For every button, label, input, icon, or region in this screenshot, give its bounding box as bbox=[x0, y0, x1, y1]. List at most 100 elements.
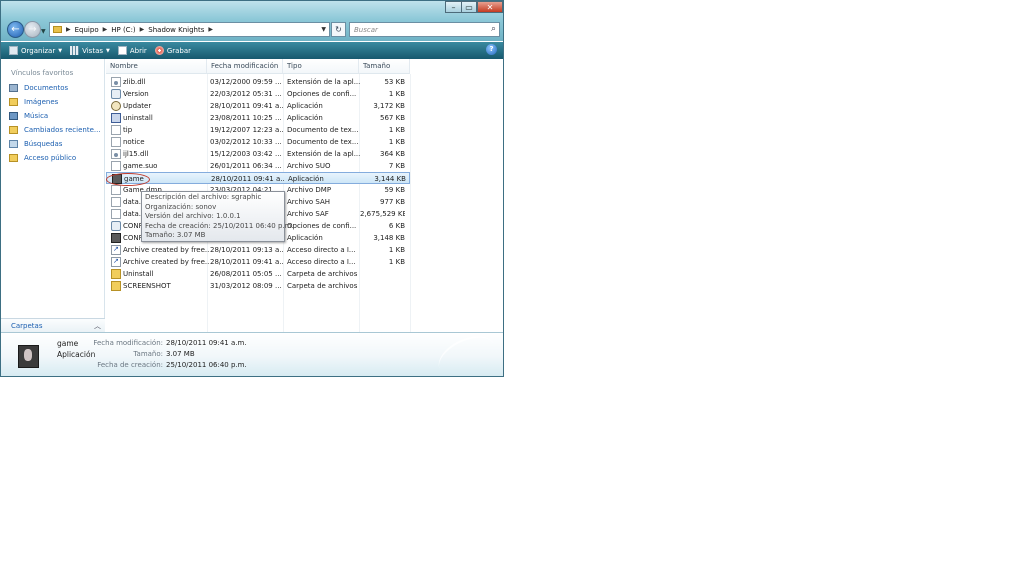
maximize-button[interactable]: ▭ bbox=[461, 1, 477, 13]
config-icon bbox=[111, 89, 121, 99]
search-input[interactable]: Buscar ⌕ bbox=[349, 22, 500, 37]
file-date: 28/10/2011 09:41 a... bbox=[210, 102, 284, 110]
file-type: Aplicación bbox=[288, 175, 324, 183]
file-size: 7 KB bbox=[388, 162, 405, 170]
dll-icon bbox=[111, 149, 121, 159]
favorite-pictures[interactable]: Imágenes bbox=[9, 98, 58, 106]
file-size: 2,675,529 KB bbox=[360, 210, 405, 218]
recent-pages-dropdown-icon[interactable]: ▼ bbox=[41, 28, 46, 35]
file-name: zlib.dll bbox=[123, 78, 146, 86]
open-button[interactable]: Abrir bbox=[117, 46, 147, 55]
search-folder-icon bbox=[9, 140, 18, 148]
breadcrumb-equipo[interactable]: Equipo bbox=[75, 26, 99, 34]
favorite-recent[interactable]: Cambiados reciente... bbox=[9, 126, 101, 134]
documents-icon bbox=[9, 84, 18, 92]
file-size: 53 KB bbox=[384, 78, 405, 86]
file-row[interactable]: Version 22/03/2012 05:31 ... Opciones de c… bbox=[106, 88, 410, 100]
file-name: Version bbox=[123, 90, 149, 98]
search-placeholder: Buscar bbox=[354, 26, 378, 34]
breadcrumb-drive[interactable]: HP (C:) bbox=[111, 26, 135, 34]
file-tooltip: Descripción del archivo: sgraphic Organi… bbox=[141, 191, 294, 242]
minimize-button[interactable]: – bbox=[445, 1, 461, 13]
column-header-name[interactable]: Nombre bbox=[106, 59, 207, 74]
file-size: 1 KB bbox=[388, 258, 405, 266]
file-size: 3,148 KB bbox=[373, 234, 405, 242]
file-row[interactable]: Uninstall 26/08/2011 05:05 ... Carpeta de … bbox=[106, 268, 410, 280]
details-modified-value: 28/10/2011 09:41 a.m. bbox=[166, 339, 247, 347]
text-file-icon bbox=[111, 137, 121, 147]
file-row[interactable]: Updater 28/10/2011 09:41 a... Aplicación 3,… bbox=[106, 100, 410, 112]
views-button[interactable]: Vistas ▼ bbox=[70, 46, 110, 55]
file-name: Archive created by free... bbox=[123, 258, 209, 266]
file-date: 26/01/2011 06:34 ... bbox=[210, 162, 282, 170]
public-folder-icon bbox=[9, 154, 18, 162]
chevron-up-icon[interactable]: ︿ bbox=[94, 321, 101, 331]
file-size: 1 KB bbox=[388, 246, 405, 254]
file-row[interactable]: game 28/10/2011 09:41 a... Aplicación 3,144… bbox=[106, 172, 410, 184]
shortcut-icon bbox=[111, 245, 121, 255]
file-type: Archivo SAH bbox=[287, 198, 331, 206]
file-date: 19/12/2007 12:23 a... bbox=[210, 126, 284, 134]
chevron-right-icon[interactable]: ▶ bbox=[66, 26, 71, 33]
file-type: Aplicación bbox=[287, 102, 323, 110]
file-size: 567 KB bbox=[380, 114, 405, 122]
file-row[interactable]: notice 03/02/2012 10:33 ... Documento de t… bbox=[106, 136, 410, 148]
favorite-label: Música bbox=[24, 112, 49, 120]
file-type: Archivo DMP bbox=[287, 186, 332, 194]
tooltip-version: Versión del archivo: 1.0.0.1 bbox=[145, 212, 241, 220]
updater-icon bbox=[111, 101, 121, 111]
file-row[interactable]: game.suo 26/01/2011 06:34 ... Archivo SUO 7… bbox=[106, 160, 410, 172]
dll-icon bbox=[111, 77, 121, 87]
column-header-size[interactable]: Tamaño bbox=[359, 59, 410, 74]
file-row[interactable]: zlib.dll 03/12/2000 09:59 ... Extensión de… bbox=[106, 76, 410, 88]
explorer-window: – ▭ ✕ ← → ▼ ▶ Equipo ▶ HP (C:) ▶ Shadow … bbox=[0, 0, 504, 377]
file-type: Acceso directo a I... bbox=[287, 258, 356, 266]
help-button[interactable]: ? bbox=[486, 44, 497, 55]
file-date: 31/03/2012 08:09 ... bbox=[210, 282, 282, 290]
close-button[interactable]: ✕ bbox=[477, 1, 503, 13]
chevron-right-icon[interactable]: ▶ bbox=[140, 26, 145, 33]
music-icon bbox=[9, 112, 18, 120]
file-type: Carpeta de archivos bbox=[287, 282, 358, 290]
details-file-name: game bbox=[57, 339, 79, 348]
chevron-right-icon[interactable]: ▶ bbox=[103, 26, 108, 33]
file-type: Archivo SAF bbox=[287, 210, 329, 218]
favorite-music[interactable]: Música bbox=[9, 112, 48, 120]
search-icon[interactable]: ⌕ bbox=[491, 24, 496, 34]
file-row[interactable]: Archive created by free...28/10/2011 09:… bbox=[106, 256, 410, 268]
command-bar: Organizar ▼ Vistas ▼ Abrir Grabar ? bbox=[1, 42, 503, 59]
favorite-label: Acceso público bbox=[24, 154, 77, 162]
address-dropdown-icon[interactable]: ▼ bbox=[321, 26, 326, 33]
file-size: 1 KB bbox=[388, 138, 405, 146]
burn-button[interactable]: Grabar bbox=[154, 46, 191, 55]
forward-button[interactable]: → bbox=[24, 21, 41, 38]
file-row[interactable]: uninstall 23/08/2011 10:25 ... Aplicación 5… bbox=[106, 112, 410, 124]
details-pane: game Aplicación Fecha modificación: 28/1… bbox=[1, 328, 503, 376]
refresh-button[interactable]: ↻ bbox=[331, 22, 346, 37]
file-date: 28/10/2011 09:13 a... bbox=[210, 246, 284, 254]
favorite-public[interactable]: Acceso público bbox=[9, 154, 76, 162]
organize-button[interactable]: Organizar ▼ bbox=[9, 46, 62, 55]
arrow-left-icon: ← bbox=[11, 23, 20, 35]
file-name: Updater bbox=[123, 102, 152, 110]
file-row[interactable]: ijl15.dll 15/12/2003 03:42 ... Extensión d… bbox=[106, 148, 410, 160]
chevron-right-icon[interactable]: ▶ bbox=[208, 26, 213, 33]
favorite-documents[interactable]: Documentos bbox=[9, 84, 68, 92]
breadcrumb-folder[interactable]: Shadow Knights bbox=[148, 26, 204, 34]
file-row[interactable]: SCREENSHOT 31/03/2012 08:09 ... Carpeta de… bbox=[106, 280, 410, 292]
column-header-type[interactable]: Tipo bbox=[283, 59, 359, 74]
file-row[interactable]: tip 19/12/2007 12:23 a... Documento de tex… bbox=[106, 124, 410, 136]
address-bar[interactable]: ▶ Equipo ▶ HP (C:) ▶ Shadow Knights ▶ ▼ bbox=[49, 22, 330, 37]
column-header-date[interactable]: Fecha modificación bbox=[207, 59, 283, 74]
file-thumbnail-icon bbox=[18, 345, 39, 368]
recent-folder-icon bbox=[9, 126, 18, 134]
back-button[interactable]: ← bbox=[7, 21, 24, 38]
folders-toggle[interactable]: Carpetas ︿ bbox=[1, 318, 105, 332]
file-name: Uninstall bbox=[123, 270, 154, 278]
favorite-searches[interactable]: Búsquedas bbox=[9, 140, 62, 148]
file-date: 03/02/2012 10:33 ... bbox=[210, 138, 282, 146]
file-name: SCREENSHOT bbox=[123, 282, 171, 290]
highlight-circle-annotation bbox=[106, 173, 150, 186]
file-row[interactable]: Archive created by free...28/10/2011 09:… bbox=[106, 244, 410, 256]
tooltip-size: Tamaño: 3.07 MB bbox=[145, 231, 206, 239]
